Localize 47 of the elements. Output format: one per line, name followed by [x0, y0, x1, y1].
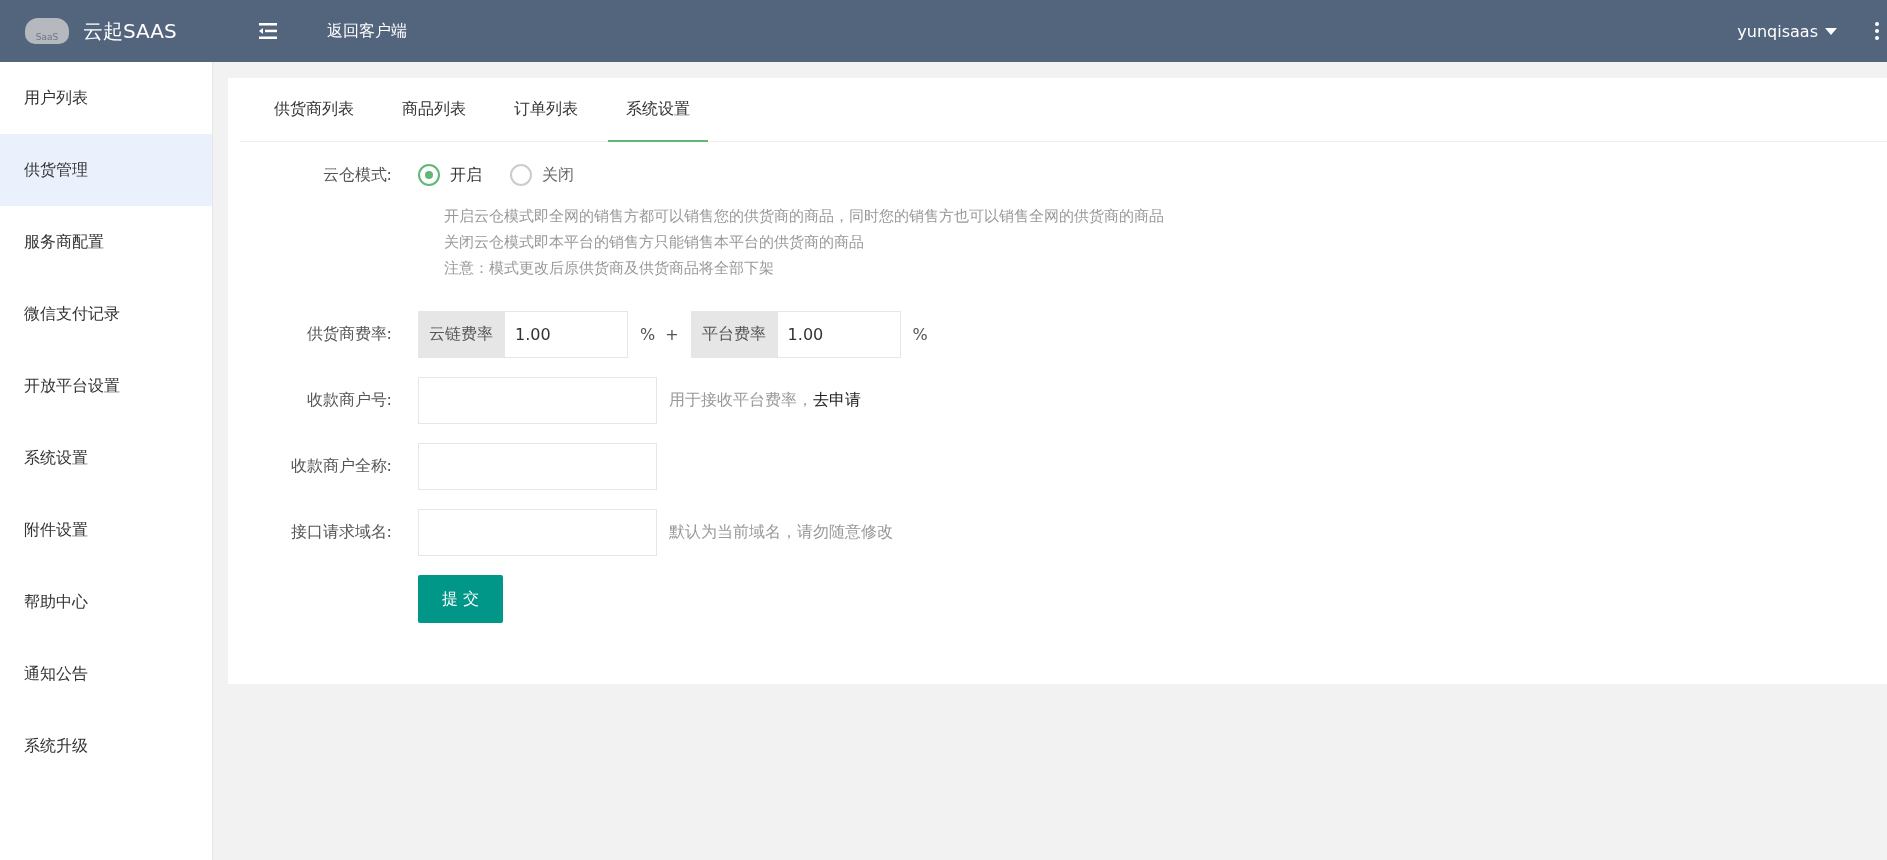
sidebar-item[interactable]: 附件设置 — [0, 494, 212, 566]
unit-label: % — [640, 325, 656, 344]
help-text: 注意：模式更改后原供货商及供货商品将全部下架 — [444, 258, 775, 279]
input-prefix: 云链费率 — [418, 311, 504, 358]
field-label: 供货商费率: — [305, 324, 393, 345]
hint-text: 用于接收平台费率， — [669, 390, 813, 411]
menu-icon[interactable] — [259, 23, 277, 39]
sidebar-item[interactable]: 通知公告 — [0, 638, 212, 710]
cloud-logo-icon: SaaS — [25, 18, 69, 44]
input-prefix: 平台费率 — [690, 311, 777, 358]
sidebar-item[interactable]: 用户列表 — [0, 62, 212, 134]
input-field[interactable]: 1.00 — [776, 311, 901, 358]
submit-button[interactable]: 提 交 — [418, 575, 503, 623]
apply-link[interactable]: 去申请 — [813, 390, 861, 411]
field-label: 收款商户全称: — [289, 456, 393, 477]
help-text: 关闭云仓模式即本平台的销售方只能销售本平台的供货商的商品 — [444, 232, 865, 253]
field-label: 云仓模式: — [321, 164, 393, 186]
radio-option[interactable]: 关闭 — [510, 164, 574, 186]
sidebar-item[interactable]: 服务商配置 — [0, 206, 212, 278]
tab[interactable]: 订单列表 — [496, 78, 596, 142]
help-text: 开启云仓模式即全网的销售方都可以销售您的供货商的商品，同时您的销售方也可以销售全网的供货商的商品 — [444, 206, 1165, 227]
input-field[interactable]: 1.00 — [504, 311, 628, 358]
radio-icon[interactable] — [510, 164, 532, 186]
field-label: 收款商户号: — [305, 390, 393, 411]
input-field[interactable] — [418, 377, 657, 424]
sidebar-item[interactable]: 系统升级 — [0, 710, 212, 782]
brand-title: 云起SAAS — [83, 17, 177, 45]
hint-text: 默认为当前域名，请勿随意修改 — [669, 522, 893, 543]
radio-option[interactable]: 开启 — [418, 164, 482, 186]
user-menu[interactable]: yunqisaas — [1737, 21, 1837, 41]
sidebar-item[interactable]: 微信支付记录 — [0, 278, 212, 350]
tab[interactable]: 供货商列表 — [256, 78, 372, 142]
radio-icon[interactable] — [418, 164, 440, 186]
tab[interactable]: 商品列表 — [384, 78, 484, 142]
sidebar-item[interactable]: 帮助中心 — [0, 566, 212, 638]
tab[interactable]: 系统设置 — [608, 78, 708, 142]
more-icon[interactable] — [1875, 22, 1879, 40]
input-field[interactable] — [418, 443, 657, 490]
sidebar-item[interactable]: 开放平台设置 — [0, 350, 212, 422]
back-to-client-link[interactable]: 返回客户端 — [327, 20, 407, 42]
sidebar-item[interactable]: 供货管理 — [0, 134, 212, 206]
plus-label: + — [665, 325, 679, 344]
field-label: 接口请求域名: — [289, 522, 393, 543]
input-field[interactable] — [418, 509, 657, 556]
caret-icon — [1825, 27, 1837, 35]
sidebar-item[interactable]: 系统设置 — [0, 422, 212, 494]
unit-label: % — [912, 325, 928, 344]
